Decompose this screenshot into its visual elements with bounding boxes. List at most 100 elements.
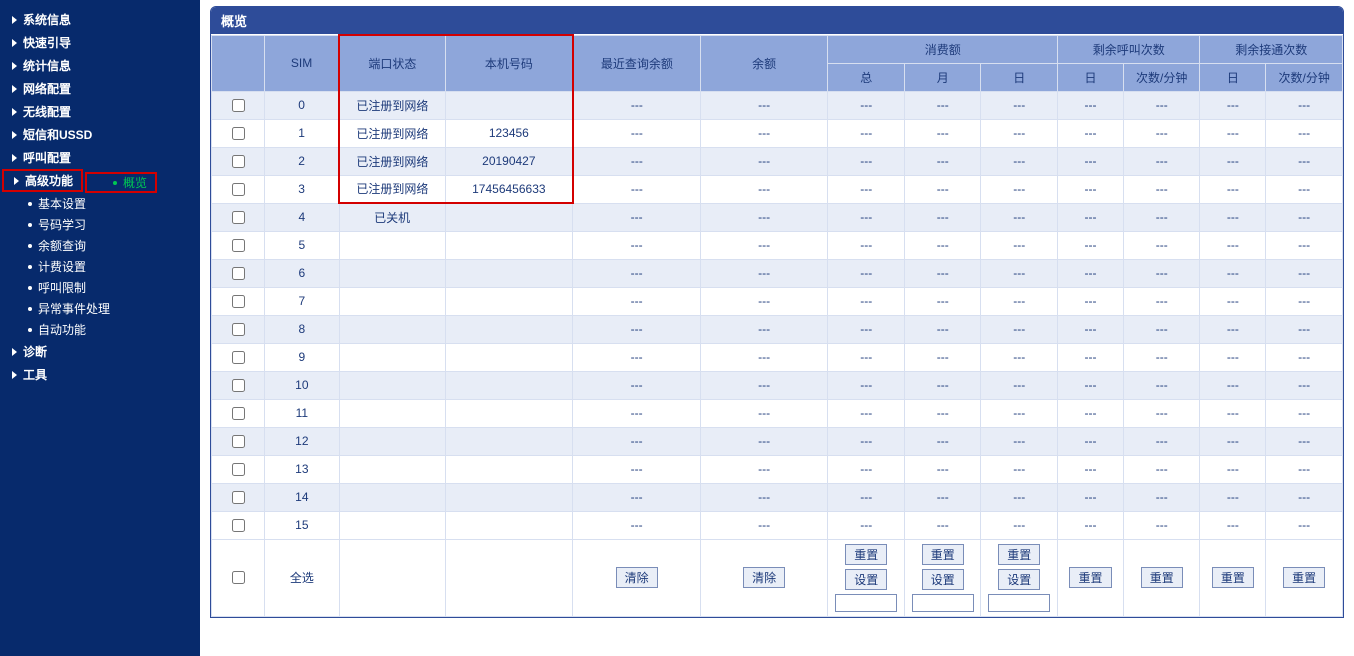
- cell-placeholder: ---: [904, 119, 981, 147]
- cell-placeholder: ---: [904, 427, 981, 455]
- reset-button-month[interactable]: 重置: [922, 544, 964, 565]
- reset-button-total[interactable]: 重置: [845, 544, 887, 565]
- cell-placeholder: ---: [1123, 91, 1200, 119]
- cell-placeholder: ---: [1058, 259, 1124, 287]
- cell-placeholder: ---: [828, 119, 905, 147]
- overview-panel: 概览: [210, 6, 1344, 618]
- row-checkbox[interactable]: [232, 99, 245, 112]
- table-row: 13---------------------------: [212, 455, 1343, 483]
- reset-button-day1[interactable]: 重置: [998, 544, 1040, 565]
- sidebar-main-item[interactable]: 工具: [0, 363, 200, 386]
- cell-placeholder: ---: [573, 315, 701, 343]
- row-checkbox[interactable]: [232, 183, 245, 196]
- cell-placeholder: ---: [1123, 287, 1200, 315]
- set-button-total[interactable]: 设置: [845, 569, 887, 590]
- clear-button-1[interactable]: 清除: [616, 567, 658, 588]
- sidebar-main-item[interactable]: 统计信息: [0, 54, 200, 77]
- cell-placeholder: ---: [573, 483, 701, 511]
- sidebar-sub-item[interactable]: 异常事件处理: [0, 298, 200, 319]
- nav-bullet-icon: [12, 371, 17, 379]
- sidebar-main-item[interactable]: 诊断: [0, 340, 200, 363]
- row-checkbox[interactable]: [232, 519, 245, 532]
- cell-placeholder: ---: [828, 483, 905, 511]
- sidebar-sub-item[interactable]: 计费设置: [0, 256, 200, 277]
- nav-sub-label: 计费设置: [38, 258, 86, 275]
- clear-button-2[interactable]: 清除: [743, 567, 785, 588]
- row-checkbox[interactable]: [232, 211, 245, 224]
- col-day-2: 日: [1058, 63, 1124, 91]
- sidebar-sub-item[interactable]: 自动功能: [0, 319, 200, 340]
- cell-placeholder: ---: [1200, 427, 1266, 455]
- select-all-checkbox[interactable]: [232, 571, 245, 584]
- set-button-month[interactable]: 设置: [922, 569, 964, 590]
- set-button-day1[interactable]: 设置: [998, 569, 1040, 590]
- cell-placeholder: ---: [700, 175, 828, 203]
- cell-sim: 15: [265, 511, 339, 539]
- sidebar-main-item[interactable]: 无线配置: [0, 100, 200, 123]
- reset-button-calls-tpm[interactable]: 重置: [1141, 567, 1183, 588]
- cell-placeholder: ---: [1123, 427, 1200, 455]
- row-checkbox[interactable]: [232, 155, 245, 168]
- cell-placeholder: ---: [700, 203, 828, 231]
- row-checkbox[interactable]: [232, 435, 245, 448]
- cell-placeholder: ---: [1058, 203, 1124, 231]
- cell-placeholder: ---: [828, 455, 905, 483]
- cell-placeholder: ---: [1123, 511, 1200, 539]
- sidebar-main-item[interactable]: 快速引导: [0, 31, 200, 54]
- cell-placeholder: ---: [828, 259, 905, 287]
- cell-sim: 13: [265, 455, 339, 483]
- sidebar-main-item[interactable]: 呼叫配置: [0, 146, 200, 169]
- cell-placeholder: ---: [700, 511, 828, 539]
- row-checkbox[interactable]: [232, 351, 245, 364]
- row-checkbox[interactable]: [232, 239, 245, 252]
- cell-placeholder: ---: [1266, 427, 1343, 455]
- row-checkbox[interactable]: [232, 323, 245, 336]
- nav-sub-label: 号码学习: [38, 216, 86, 233]
- col-consumption: 消费额: [828, 35, 1058, 63]
- sidebar-main-item[interactable]: 短信和USSD: [0, 123, 200, 146]
- reset-button-calls-day[interactable]: 重置: [1069, 567, 1111, 588]
- col-total: 总: [828, 63, 905, 91]
- col-month: 月: [904, 63, 981, 91]
- nav-sub-label: 异常事件处理: [38, 300, 110, 317]
- reset-button-conn-day[interactable]: 重置: [1212, 567, 1254, 588]
- sidebar-sub-item[interactable]: 基本设置: [0, 193, 200, 214]
- sidebar-sub-item[interactable]: 号码学习: [0, 214, 200, 235]
- cell-placeholder: ---: [1123, 455, 1200, 483]
- cell-placeholder: ---: [904, 91, 981, 119]
- cell-placeholder: ---: [981, 399, 1058, 427]
- cell-placeholder: ---: [700, 259, 828, 287]
- reset-button-conn-tpm[interactable]: 重置: [1283, 567, 1325, 588]
- cell-sim: 11: [265, 399, 339, 427]
- input-day1[interactable]: [988, 594, 1050, 612]
- cell-local-number: [445, 371, 573, 399]
- sidebar-main-item[interactable]: 系统信息: [0, 8, 200, 31]
- cell-placeholder: ---: [981, 483, 1058, 511]
- row-checkbox[interactable]: [232, 295, 245, 308]
- sidebar-sub-item[interactable]: 概览: [85, 172, 157, 193]
- cell-placeholder: ---: [1200, 483, 1266, 511]
- cell-placeholder: ---: [828, 343, 905, 371]
- input-month[interactable]: [912, 594, 974, 612]
- cell-placeholder: ---: [1266, 455, 1343, 483]
- cell-placeholder: ---: [904, 259, 981, 287]
- cell-placeholder: ---: [1200, 175, 1266, 203]
- row-checkbox[interactable]: [232, 491, 245, 504]
- cell-placeholder: ---: [981, 455, 1058, 483]
- input-total[interactable]: [835, 594, 897, 612]
- select-all-link[interactable]: 全选: [290, 571, 314, 585]
- sidebar-sub-item[interactable]: 余额查询: [0, 235, 200, 256]
- row-checkbox[interactable]: [232, 407, 245, 420]
- cell-placeholder: ---: [573, 455, 701, 483]
- row-checkbox[interactable]: [232, 127, 245, 140]
- sidebar-main-item[interactable]: 高级功能: [2, 169, 83, 192]
- sidebar-sub-item[interactable]: 呼叫限制: [0, 277, 200, 298]
- row-checkbox[interactable]: [232, 379, 245, 392]
- cell-placeholder: ---: [1123, 483, 1200, 511]
- cell-placeholder: ---: [573, 511, 701, 539]
- row-checkbox[interactable]: [232, 267, 245, 280]
- row-checkbox[interactable]: [232, 463, 245, 476]
- sidebar-main-item[interactable]: 网络配置: [0, 77, 200, 100]
- col-local-number: 本机号码: [445, 35, 573, 91]
- cell-sim: 10: [265, 371, 339, 399]
